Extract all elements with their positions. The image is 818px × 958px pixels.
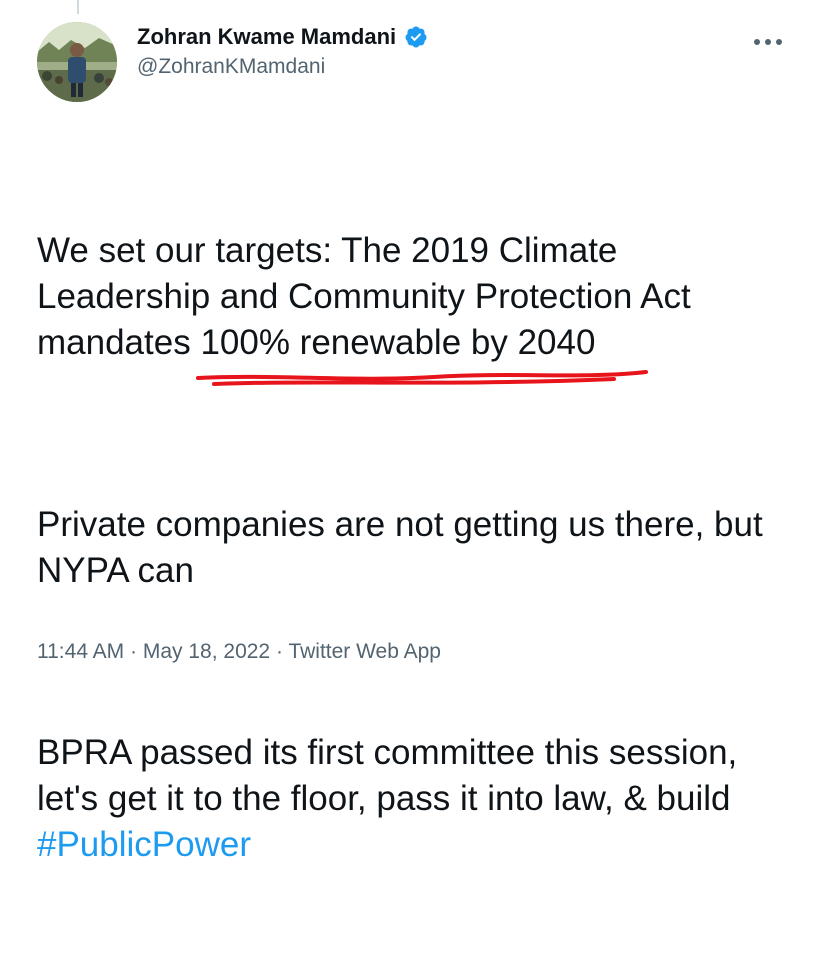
avatar[interactable] xyxy=(37,22,117,102)
author-display-name[interactable]: Zohran Kwame Mamdani xyxy=(137,24,396,50)
red-underline-annotation xyxy=(196,370,649,386)
author-handle[interactable]: @ZohranKMamdani xyxy=(137,55,788,79)
hashtag-link[interactable]: #PublicPower xyxy=(37,825,251,864)
tweet-header: Zohran Kwame Mamdani @ZohranKMamdani xyxy=(137,24,788,79)
underlined-phrase-text: 100% renewable by 2040 xyxy=(200,323,596,362)
tweet-date[interactable]: May 18, 2022 xyxy=(143,640,270,663)
meta-separator: · xyxy=(130,640,138,663)
tweet-paragraph-2: Private companies are not getting us the… xyxy=(37,505,773,590)
tweet-paragraph-1: We set our targets: The 2019 Climate Lea… xyxy=(37,228,797,386)
more-options-icon xyxy=(754,39,782,45)
tweet-paragraph-3: BPRA passed its first committee this ses… xyxy=(37,730,797,868)
more-options-button[interactable] xyxy=(750,30,786,54)
meta-separator: · xyxy=(275,640,283,663)
tweet-meta: 11:44 AM · May 18, 2022 · Twitter Web Ap… xyxy=(37,640,441,664)
tweet-paragraph-3-text: BPRA passed its first committee this ses… xyxy=(37,733,747,818)
verified-badge-icon xyxy=(405,26,427,48)
tweet-text: We set our targets: The 2019 Climate Lea… xyxy=(37,136,797,958)
profile-photo-icon xyxy=(37,22,117,102)
tweet-source[interactable]: Twitter Web App xyxy=(288,640,441,663)
tweet-time[interactable]: 11:44 AM xyxy=(37,640,124,663)
thread-connector-line xyxy=(77,0,79,14)
author-name-row: Zohran Kwame Mamdani xyxy=(137,24,788,50)
underlined-phrase: 100% renewable by 2040 xyxy=(196,320,649,386)
